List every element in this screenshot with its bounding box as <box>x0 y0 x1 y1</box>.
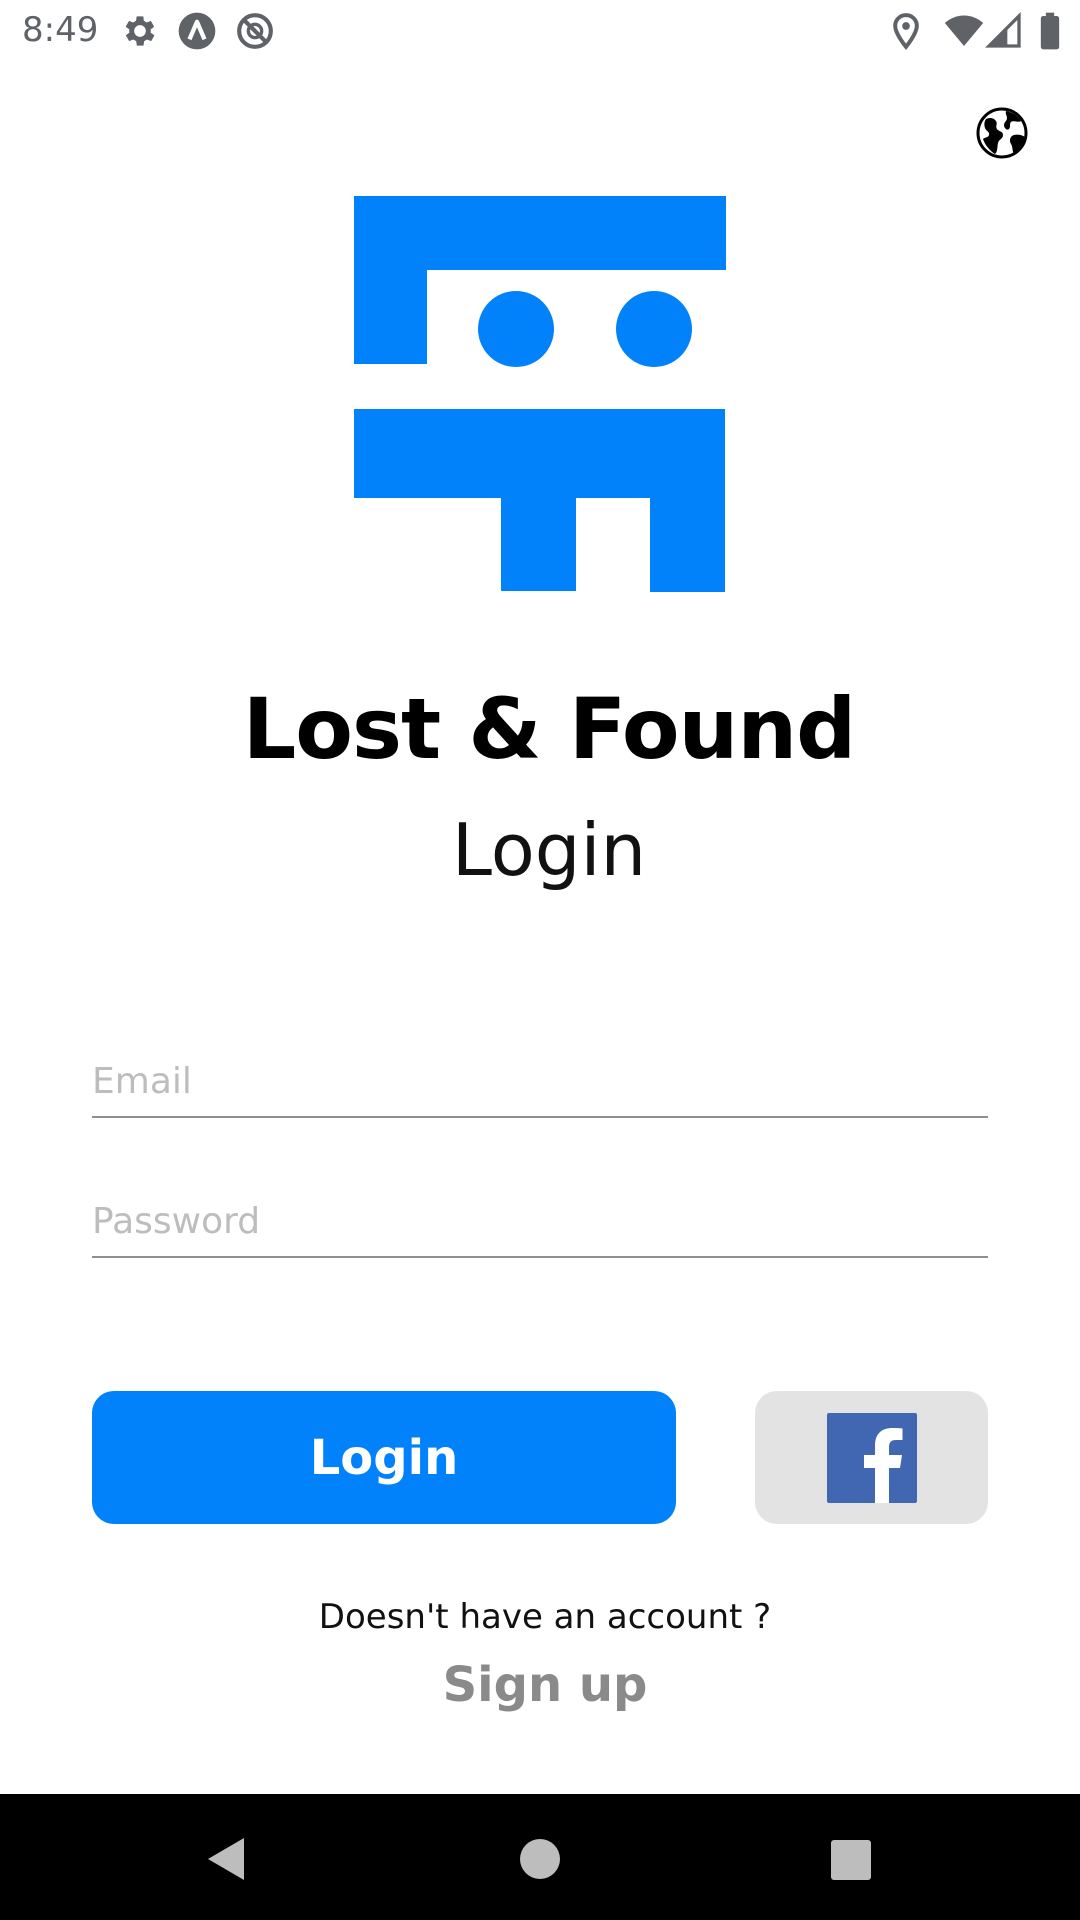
password-field[interactable] <box>92 1186 988 1256</box>
do-not-disturb-icon <box>237 13 273 49</box>
globe-icon[interactable] <box>976 107 1028 159</box>
navigation-bar <box>0 1794 1080 1920</box>
app-name: Lost & Found <box>242 680 857 778</box>
home-icon[interactable] <box>510 1829 570 1889</box>
signup-prompt: Doesn't have an account ? <box>318 1597 772 1637</box>
lost-and-found-logo <box>354 196 726 592</box>
status-time: 8:49 <box>22 10 99 50</box>
signup-link[interactable]: Sign up <box>0 1657 1080 1713</box>
facebook-icon <box>826 1412 917 1503</box>
back-icon[interactable] <box>196 1829 256 1889</box>
android-auto-icon <box>178 12 216 50</box>
battery-icon <box>1040 12 1060 50</box>
recents-icon[interactable] <box>820 1829 880 1889</box>
wifi-icon <box>944 15 984 46</box>
login-screen: 8:49 Lost & Found Login Email Login Does… <box>0 0 1080 1920</box>
email-field[interactable] <box>92 1046 988 1116</box>
facebook-login-button[interactable] <box>755 1391 988 1524</box>
email-field-container <box>92 1046 988 1118</box>
location-icon <box>893 13 919 50</box>
settings-icon <box>125 16 155 46</box>
password-field-container <box>92 1186 988 1258</box>
screen-title: Login <box>451 808 647 892</box>
login-button[interactable]: Login <box>92 1391 676 1524</box>
signal-icon <box>984 11 1021 48</box>
status-bar: 8:49 <box>0 0 1080 62</box>
